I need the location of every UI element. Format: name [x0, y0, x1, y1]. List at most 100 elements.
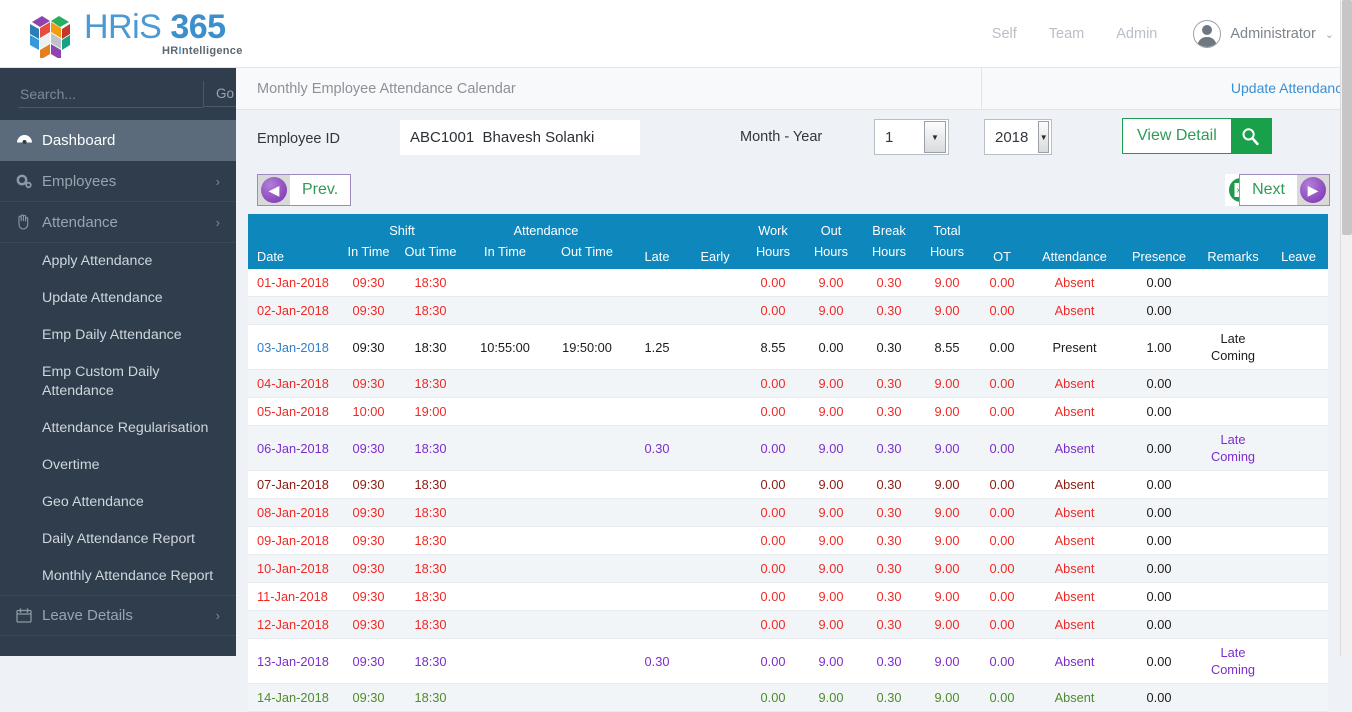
next-button[interactable]: Next ▶ [1239, 174, 1330, 206]
cell-date[interactable]: 04-Jan-2018 [248, 369, 340, 398]
cell-total-hours: 9.00 [918, 369, 977, 398]
month-select[interactable]: 1 ▼ [874, 119, 949, 155]
cell-work-hours: 0.00 [744, 269, 803, 297]
cell-break-hours: 0.30 [860, 324, 919, 370]
cell-break-hours: 0.30 [860, 526, 919, 555]
cell-date[interactable]: 10-Jan-2018 [248, 554, 340, 583]
cell-presence: 0.00 [1121, 269, 1198, 297]
cell-out-hours: 9.00 [802, 610, 861, 639]
sidebar-item-emp-custom-daily-attendance[interactable]: Emp Custom Daily Attendance [0, 354, 236, 410]
cell-date[interactable]: 13-Jan-2018 [248, 638, 340, 684]
cell-presence: 0.00 [1121, 369, 1198, 398]
cell-early [686, 554, 745, 583]
user-name-label: Administrator [1230, 26, 1316, 42]
next-icon-pad: ▶ [1297, 175, 1329, 205]
nav-self[interactable]: Self [992, 26, 1017, 42]
page-scrollbar[interactable] [1340, 0, 1352, 656]
cell-work-hours: 0.00 [744, 498, 803, 527]
cell-date[interactable]: 03-Jan-2018 [248, 324, 340, 370]
table-row[interactable]: 12-Jan-2018 09:30 18:30 0.00 9.00 0.30 9.00 0.0… [248, 610, 1329, 639]
table-row[interactable]: 07-Jan-2018 09:30 18:30 0.00 9.00 0.30 9.00 0.0… [248, 470, 1329, 499]
cell-date[interactable]: 09-Jan-2018 [248, 526, 340, 555]
cell-ot: 0.00 [976, 296, 1029, 325]
sidebar-item-update-attendance[interactable]: Update Attendance [0, 280, 236, 317]
brand-logo[interactable]: HRiS 365 HRIntelligence [24, 7, 243, 60]
cell-ot: 0.00 [976, 526, 1029, 555]
cell-total-hours: 9.00 [918, 683, 977, 712]
sidebar-item-monthly-attendance-report[interactable]: Monthly Attendance Report [0, 558, 236, 595]
cell-date[interactable]: 07-Jan-2018 [248, 470, 340, 499]
table-row[interactable]: 04-Jan-2018 09:30 18:30 0.00 9.00 0.30 9.00 0.0… [248, 369, 1329, 398]
cell-late: 0.30 [628, 638, 687, 684]
cell-att-in [464, 582, 547, 611]
sidebar-label-dashboard: Dashboard [42, 131, 116, 149]
col-total-hours-top: Total [918, 214, 977, 243]
view-detail-button[interactable]: View Detail [1122, 118, 1272, 154]
panel-header: Monthly Employee Attendance Calendar Upd… [236, 68, 1352, 110]
prev-button[interactable]: ◀ Prev. [257, 174, 352, 206]
cell-late: 0.30 [628, 425, 687, 471]
cell-date[interactable]: 12-Jan-2018 [248, 610, 340, 639]
cell-work-hours: 0.00 [744, 425, 803, 471]
search-input[interactable] [18, 80, 203, 108]
sidebar-item-apply-attendance[interactable]: Apply Attendance [0, 243, 236, 280]
table-row[interactable]: 14-Jan-2018 09:30 18:30 0.00 9.00 0.30 9.00 0.0… [248, 683, 1329, 712]
table-row[interactable]: 01-Jan-2018 09:30 18:30 0.00 9.00 0.30 9.00 0.0… [248, 269, 1329, 297]
cell-attendance: Absent [1028, 554, 1122, 583]
cell-late [628, 369, 687, 398]
chevron-right-icon: › [215, 173, 220, 189]
cell-early [686, 397, 745, 426]
cell-att-in [464, 425, 547, 471]
table-row[interactable]: 09-Jan-2018 09:30 18:30 0.00 9.00 0.30 9.00 0.0… [248, 526, 1329, 555]
cell-date[interactable]: 14-Jan-2018 [248, 683, 340, 712]
sidebar-item-leave-details[interactable]: Leave Details › [0, 595, 236, 636]
cell-shift-in: 10:00 [340, 397, 397, 426]
table-row[interactable]: 11-Jan-2018 09:30 18:30 0.00 9.00 0.30 9.00 0.0… [248, 582, 1329, 611]
update-attendance-link[interactable]: Update Attendance [1231, 80, 1350, 96]
table-row[interactable]: 08-Jan-2018 09:30 18:30 0.00 9.00 0.30 9.00 0.0… [248, 498, 1329, 527]
cell-break-hours: 0.30 [860, 425, 919, 471]
sidebar-item-emp-daily-attendance[interactable]: Emp Daily Attendance [0, 317, 236, 354]
cell-date[interactable]: 06-Jan-2018 [248, 425, 340, 471]
search-go-button[interactable]: Go [203, 81, 236, 107]
user-menu[interactable]: Administrator ⌄ [1193, 20, 1334, 48]
cell-late [628, 296, 687, 325]
year-select[interactable]: 2018 ▼ [984, 119, 1052, 155]
table-row[interactable]: 02-Jan-2018 09:30 18:30 0.00 9.00 0.30 9.00 0.0… [248, 296, 1329, 325]
cell-early [686, 638, 745, 684]
cell-out-hours: 9.00 [802, 425, 861, 471]
table-row[interactable]: 10-Jan-2018 09:30 18:30 0.00 9.00 0.30 9.00 0.0… [248, 554, 1329, 583]
cell-leave [1269, 638, 1329, 684]
scrollbar-thumb[interactable] [1342, 0, 1352, 235]
cell-date[interactable]: 01-Jan-2018 [248, 269, 340, 297]
cell-date[interactable]: 11-Jan-2018 [248, 582, 340, 611]
sidebar-item-employees[interactable]: Employees › [0, 161, 236, 202]
cell-shift-out: 18:30 [397, 498, 465, 527]
sidebar-item-attendance[interactable]: Attendance › [0, 202, 236, 243]
brand-365: 365 [170, 7, 226, 46]
cell-att-in [464, 369, 547, 398]
cell-out-hours: 0.00 [802, 324, 861, 370]
table-row[interactable]: 05-Jan-2018 10:00 19:00 0.00 9.00 0.30 9.00 0.0… [248, 397, 1329, 426]
table-row[interactable]: 06-Jan-2018 09:30 18:30 0.30 0.00 9.00 0.30 9.0… [248, 425, 1329, 471]
cell-total-hours: 9.00 [918, 425, 977, 471]
chevron-down-icon: ⌄ [1324, 28, 1334, 41]
col-work-hours-sub: Hours [744, 243, 803, 269]
cell-early [686, 498, 745, 527]
table-row[interactable]: 13-Jan-2018 09:30 18:30 0.30 0.00 9.00 0.30 9.0… [248, 638, 1329, 684]
sidebar-item-daily-attendance-report[interactable]: Daily Attendance Report [0, 521, 236, 558]
month-value: 1 [885, 128, 894, 146]
cell-date[interactable]: 08-Jan-2018 [248, 498, 340, 527]
table-row[interactable]: 03-Jan-2018 09:30 18:30 10:55:00 19:50:00 1.2… [248, 324, 1329, 370]
sidebar-item-overtime[interactable]: Overtime [0, 447, 236, 484]
cell-date[interactable]: 05-Jan-2018 [248, 397, 340, 426]
sidebar-item-dashboard[interactable]: Dashboard [0, 120, 236, 161]
cell-work-hours: 0.00 [744, 683, 803, 712]
sidebar-item-attendance-regularisation[interactable]: Attendance Regularisation [0, 410, 236, 447]
sidebar-item-geo-attendance[interactable]: Geo Attendance [0, 484, 236, 521]
nav-team[interactable]: Team [1049, 26, 1084, 42]
employee-id-input[interactable] [400, 120, 640, 155]
cell-date[interactable]: 02-Jan-2018 [248, 296, 340, 325]
cell-late [628, 582, 687, 611]
nav-admin[interactable]: Admin [1116, 26, 1157, 42]
